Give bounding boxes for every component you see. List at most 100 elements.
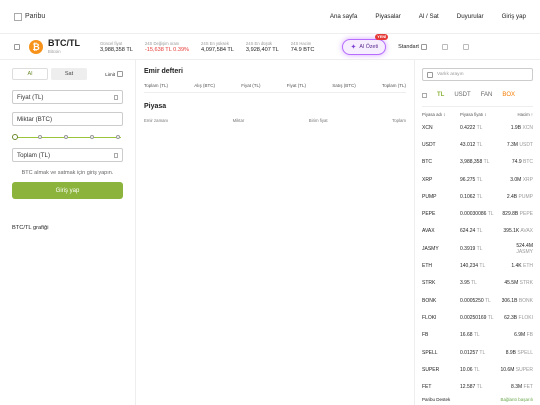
nav-markets[interactable]: Piyasalar: [375, 13, 400, 20]
col-unit-price: Birim fiyat: [308, 118, 328, 123]
market-row[interactable]: XRP 96.275 TL 3.0M XRP: [422, 171, 533, 188]
login-hint: BTC almak ve satmak için giriş yapın.: [21, 170, 114, 176]
market-row[interactable]: PUMP 0.1062 TL 2.4B PUMP: [422, 188, 533, 205]
market-row[interactable]: JASMY 0.3919 TL 524.4M JASMY: [422, 240, 533, 257]
market-row[interactable]: ETH 140,234 TL 1.4K ETH: [422, 257, 533, 274]
view-mode-toggle[interactable]: Standart: [398, 43, 427, 50]
market-row[interactable]: BONK 0.0005250 TL 306.1B BONK: [422, 292, 533, 309]
col-total: Toplam: [392, 118, 406, 123]
volume-symbol: PUMP: [518, 193, 533, 200]
nav-buy-sell[interactable]: Al / Sat: [419, 13, 439, 20]
stat-label: Güncel fiyat: [100, 40, 123, 46]
sparkle-icon: ✦: [350, 43, 357, 51]
tab-box[interactable]: BOX: [502, 92, 515, 98]
tab-fan[interactable]: FAN: [481, 92, 493, 98]
market-row[interactable]: STRK 3.95 TL 45.5M STRK: [422, 275, 533, 292]
support-link[interactable]: Paribu Destek: [422, 397, 450, 402]
slider-step[interactable]: [116, 135, 120, 139]
market-symbol: JASMY: [422, 245, 439, 252]
slider-step[interactable]: [90, 135, 94, 139]
nav-login[interactable]: Giriş yap: [502, 13, 526, 20]
paribu-logo[interactable]: Paribu: [14, 12, 46, 21]
favorite-icon[interactable]: [14, 43, 20, 50]
market-row[interactable]: PEPE 0.00030086 TL 829.8B PEPE: [422, 205, 533, 222]
market-row[interactable]: FLOKI 0.00250169 TL 62.3B FLOKI: [422, 309, 533, 326]
col-bid: Alış (BTC): [194, 83, 215, 88]
col-price: Fiyat (TL): [286, 83, 306, 88]
amount-slider[interactable]: [12, 134, 123, 140]
stat-24h-high: 24S En yüksek 4,097,584 TL: [201, 41, 234, 53]
market-price: 0.3919 TL: [460, 246, 500, 252]
layout-icon: [420, 43, 427, 50]
market-volume: 395.1K AVAX: [500, 228, 533, 234]
slider-step[interactable]: [64, 135, 68, 139]
stat-value: -15,638 TL 0.39%: [144, 46, 190, 53]
slider-step[interactable]: [38, 135, 42, 139]
market-symbol: FLOKI: [422, 314, 437, 321]
nav-announcements[interactable]: Duyurular: [457, 13, 484, 20]
nav-home[interactable]: Ana sayfa: [330, 13, 358, 20]
market-row[interactable]: BTC 3,988,358 TL 74.9 BTC: [422, 154, 533, 171]
volume-symbol: USDT: [519, 141, 533, 148]
amount-field[interactable]: Miktar (BTC): [12, 112, 123, 126]
volume-symbol: FET: [523, 384, 533, 391]
col-market-price[interactable]: Piyasa fiyatı ↕: [460, 112, 500, 117]
volume-symbol: PEPE: [519, 211, 533, 218]
volume-value: 7.3M: [506, 141, 518, 148]
market-row[interactable]: USDT 43.012 TL 7.3M USDT: [422, 136, 533, 153]
market-symbol: ETH: [422, 263, 432, 270]
tab-sell[interactable]: Sat: [51, 68, 87, 80]
asset-search[interactable]: Varlık arayın: [422, 68, 533, 81]
view-mode-label: Standart: [398, 43, 419, 50]
price-value: 10.06: [460, 366, 473, 373]
market-row[interactable]: AVAX 624.24 TL 395.1K AVAX: [422, 223, 533, 240]
limit-label: Limit: [105, 71, 115, 77]
market-row[interactable]: XCN 0.4222 TL 1.9B XCN: [422, 119, 533, 136]
market-row[interactable]: FB 16.68 TL 6.9M FB: [422, 327, 533, 344]
settings-icon[interactable]: [441, 43, 448, 50]
col-time: Emir zamanı: [144, 118, 169, 123]
market-volume: 62.3B FLOKI: [500, 315, 533, 321]
price-currency: TL: [487, 211, 494, 218]
favorites-tab-icon[interactable]: [422, 92, 427, 98]
price-value: 0.01257: [460, 349, 479, 356]
tab-usdt[interactable]: USDT: [454, 92, 470, 98]
price-field[interactable]: Fiyat (TL): [12, 90, 123, 104]
login-button[interactable]: Giriş yap: [12, 182, 123, 199]
market-price: 96.275 TL: [460, 177, 500, 183]
col-market-name[interactable]: Piyasa adı ↕: [422, 112, 460, 117]
market-symbol: SPELL: [422, 349, 438, 356]
col-ask: Satış (BTC): [332, 83, 356, 88]
price-currency: TL: [476, 228, 483, 235]
market-price: 0.0005250 TL: [460, 298, 500, 304]
logo-alt-text: Paribu: [25, 13, 46, 20]
market-volume: 1.9B XCN: [500, 125, 533, 131]
tab-tl[interactable]: TL: [437, 92, 444, 98]
volume-symbol: AVAX: [520, 228, 533, 235]
market-volume: 74.9 BTC: [500, 159, 533, 165]
volume-symbol: XCN: [522, 124, 533, 131]
broken-image-icon: [14, 12, 22, 21]
volume-value: 8.3M: [511, 384, 523, 391]
market-row[interactable]: SUPER 10.06 TL 10.6M SUPER: [422, 361, 533, 378]
total-field[interactable]: Toplam (TL): [12, 148, 123, 162]
market-row[interactable]: SPELL 0.01257 TL 8.9B SPELL: [422, 344, 533, 361]
volume-symbol: ETH: [523, 263, 533, 270]
ai-summary-button[interactable]: ✦ AI Özeti YENİ: [342, 33, 389, 55]
checkbox-icon: [117, 71, 123, 77]
slider-knob[interactable]: [12, 134, 18, 140]
col-volume[interactable]: Hacim ↑: [500, 112, 533, 117]
market-row[interactable]: FET 12.587 TL 8.3M FET: [422, 378, 533, 395]
volume-value: 2.4B: [506, 193, 518, 200]
stat-24h-change: 24S Değişim oranı -15,638 TL 0.39%: [145, 41, 189, 53]
market-volume: 3.0M XRP: [500, 177, 533, 183]
price-value: 624.24: [460, 228, 476, 235]
expand-icon[interactable]: [462, 43, 469, 50]
limit-toggle[interactable]: Limit: [105, 71, 123, 77]
tab-buy[interactable]: Al: [12, 68, 48, 80]
volume-symbol: BONK: [518, 297, 533, 304]
market-symbol: SUPER: [422, 366, 440, 373]
volume-value: 1.9B: [510, 124, 522, 131]
top-nav: Paribu Ana sayfa Piyasalar Al / Sat Duyu…: [0, 0, 540, 34]
volume-symbol: STRK: [519, 280, 533, 287]
